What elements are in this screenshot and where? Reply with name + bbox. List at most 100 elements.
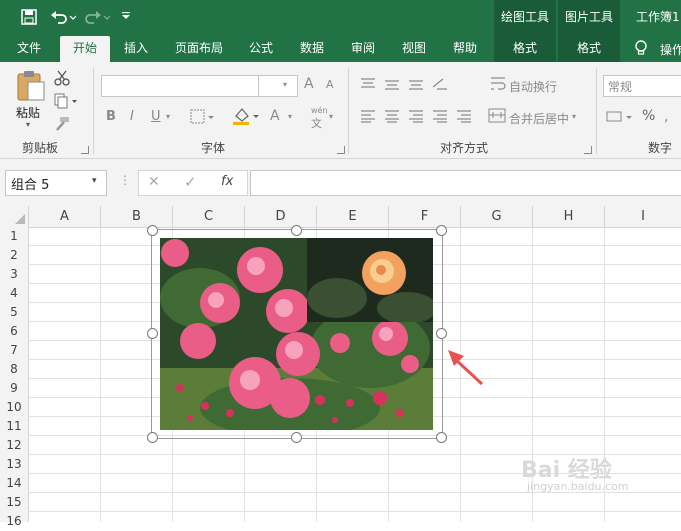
resize-handle[interactable] [291, 432, 302, 443]
font-launcher-icon[interactable] [337, 146, 345, 154]
column-header-c[interactable]: C [173, 206, 245, 228]
select-all-button[interactable] [0, 206, 29, 228]
tab-data[interactable]: 数据 [291, 34, 333, 62]
customize-qat-icon[interactable] [121, 11, 131, 21]
row-header-7[interactable]: 7 [0, 341, 29, 361]
italic-button[interactable]: I [130, 109, 134, 124]
tab-formulas[interactable]: 公式 [240, 34, 282, 62]
column-header-h[interactable]: H [533, 206, 605, 228]
red-arrow-icon [448, 350, 484, 386]
column-header-g[interactable]: G [461, 206, 533, 228]
gridline [100, 227, 101, 522]
row-header-6[interactable]: 6 [0, 322, 29, 342]
paste-label[interactable]: 粘贴 [16, 104, 40, 121]
tab-page-layout[interactable]: 页面布局 [166, 34, 232, 62]
resize-handle[interactable] [436, 432, 447, 443]
tab-insert[interactable]: 插入 [115, 34, 157, 62]
workbook-title: 工作簿1 [636, 10, 680, 24]
tell-me-label[interactable]: 操作 [660, 41, 681, 58]
underline-dropdown-icon[interactable]: ▾ [166, 112, 170, 121]
row-header-1[interactable]: 1 [0, 227, 29, 247]
fill-color-icon[interactable] [232, 106, 260, 126]
tab-picture-format[interactable]: 格式 [562, 34, 616, 62]
column-header-b[interactable]: B [101, 206, 173, 228]
font-name-box[interactable] [101, 75, 259, 97]
font-color-dropdown-icon[interactable]: ▾ [288, 112, 292, 121]
font-size-box[interactable] [258, 75, 298, 97]
paste-dropdown-icon[interactable]: ▾ [26, 120, 30, 129]
resize-handle[interactable] [436, 225, 447, 236]
name-box-value: 组合 5 [11, 178, 50, 193]
column-header-f[interactable]: F [389, 206, 461, 228]
format-painter-icon[interactable] [54, 116, 70, 132]
row-header-2[interactable]: 2 [0, 246, 29, 266]
cancel-icon[interactable]: ✕ [148, 174, 160, 190]
name-box-dropdown-icon[interactable]: ▾ [92, 176, 97, 186]
horizontal-align-icons[interactable] [359, 109, 475, 123]
insert-function-icon[interactable]: fx [221, 174, 233, 189]
row-header-9[interactable]: 9 [0, 379, 29, 399]
bold-button[interactable]: B [106, 109, 116, 124]
row-header-12[interactable]: 12 [0, 436, 29, 456]
undo-icon[interactable] [50, 9, 76, 25]
column-header-d[interactable]: D [245, 206, 317, 228]
resize-handle[interactable] [147, 328, 158, 339]
merge-center-icon[interactable] [488, 108, 508, 124]
row-header-3[interactable]: 3 [0, 265, 29, 285]
font-size-dropdown-icon[interactable]: ▾ [283, 80, 287, 89]
group-separator [596, 68, 597, 154]
grow-font-button[interactable]: A [304, 76, 314, 92]
resize-handle[interactable] [147, 432, 158, 443]
row-header-10[interactable]: 10 [0, 398, 29, 418]
formula-bar-area: 组合 5 ▾ ⋮ ✕ ✓ fx [0, 159, 681, 206]
merge-dropdown-icon[interactable]: ▾ [572, 112, 576, 121]
copy-icon[interactable] [54, 93, 78, 109]
clipboard-group-label: 剪贴板 [21, 141, 58, 155]
column-header-a[interactable]: A [29, 206, 101, 228]
row-header-14[interactable]: 14 [0, 474, 29, 494]
resize-handle[interactable] [291, 225, 302, 236]
borders-icon[interactable] [190, 109, 216, 125]
row-header-4[interactable]: 4 [0, 284, 29, 304]
lightbulb-icon[interactable] [634, 40, 648, 56]
tab-view[interactable]: 视图 [393, 34, 435, 62]
row-header-11[interactable]: 11 [0, 417, 29, 437]
formula-input[interactable] [250, 170, 681, 196]
tab-drawing-format[interactable]: 格式 [498, 34, 552, 62]
row-header-5[interactable]: 5 [0, 303, 29, 323]
underline-button[interactable]: U [151, 109, 161, 124]
title-bar: 绘图工具 图片工具 工作簿1 [0, 0, 681, 62]
row-header-13[interactable]: 13 [0, 455, 29, 475]
select-all-icon [15, 214, 25, 224]
row-header-8[interactable]: 8 [0, 360, 29, 380]
column-header-e[interactable]: E [317, 206, 389, 228]
vertical-align-icons[interactable] [359, 77, 449, 91]
tab-home[interactable]: 开始 [60, 36, 110, 62]
save-icon[interactable] [21, 9, 37, 25]
tab-file[interactable]: 文件 [6, 34, 52, 62]
drawing-tools-label: 绘图工具 [501, 10, 550, 24]
font-color-button[interactable]: A [270, 108, 280, 124]
resize-handle[interactable] [147, 225, 158, 236]
wrap-text-label[interactable]: 自动换行 [509, 78, 557, 95]
comma-style-icon[interactable]: , [664, 109, 668, 125]
tab-help[interactable]: 帮助 [444, 34, 486, 62]
tab-review[interactable]: 审阅 [342, 34, 384, 62]
merge-center-label[interactable]: 合并后居中 [509, 110, 569, 127]
percent-button[interactable]: % [642, 108, 655, 124]
clipboard-launcher-icon[interactable] [81, 146, 89, 154]
redo-icon[interactable] [84, 9, 110, 25]
row-header-16[interactable]: 16 [0, 512, 29, 528]
row-header-15[interactable]: 15 [0, 493, 29, 513]
alignment-launcher-icon[interactable] [584, 146, 592, 154]
resize-handle[interactable] [436, 328, 447, 339]
accounting-format-icon[interactable] [606, 109, 634, 125]
phonetic-button[interactable]: wén 文 ▾ [306, 106, 334, 130]
shrink-font-button[interactable]: A [326, 78, 334, 91]
enter-icon[interactable]: ✓ [184, 173, 197, 191]
column-header-i[interactable]: I [605, 206, 681, 228]
wrap-text-icon[interactable] [489, 75, 509, 93]
group-separator [93, 68, 94, 154]
cut-icon[interactable] [54, 70, 70, 86]
paste-icon[interactable] [14, 68, 48, 102]
